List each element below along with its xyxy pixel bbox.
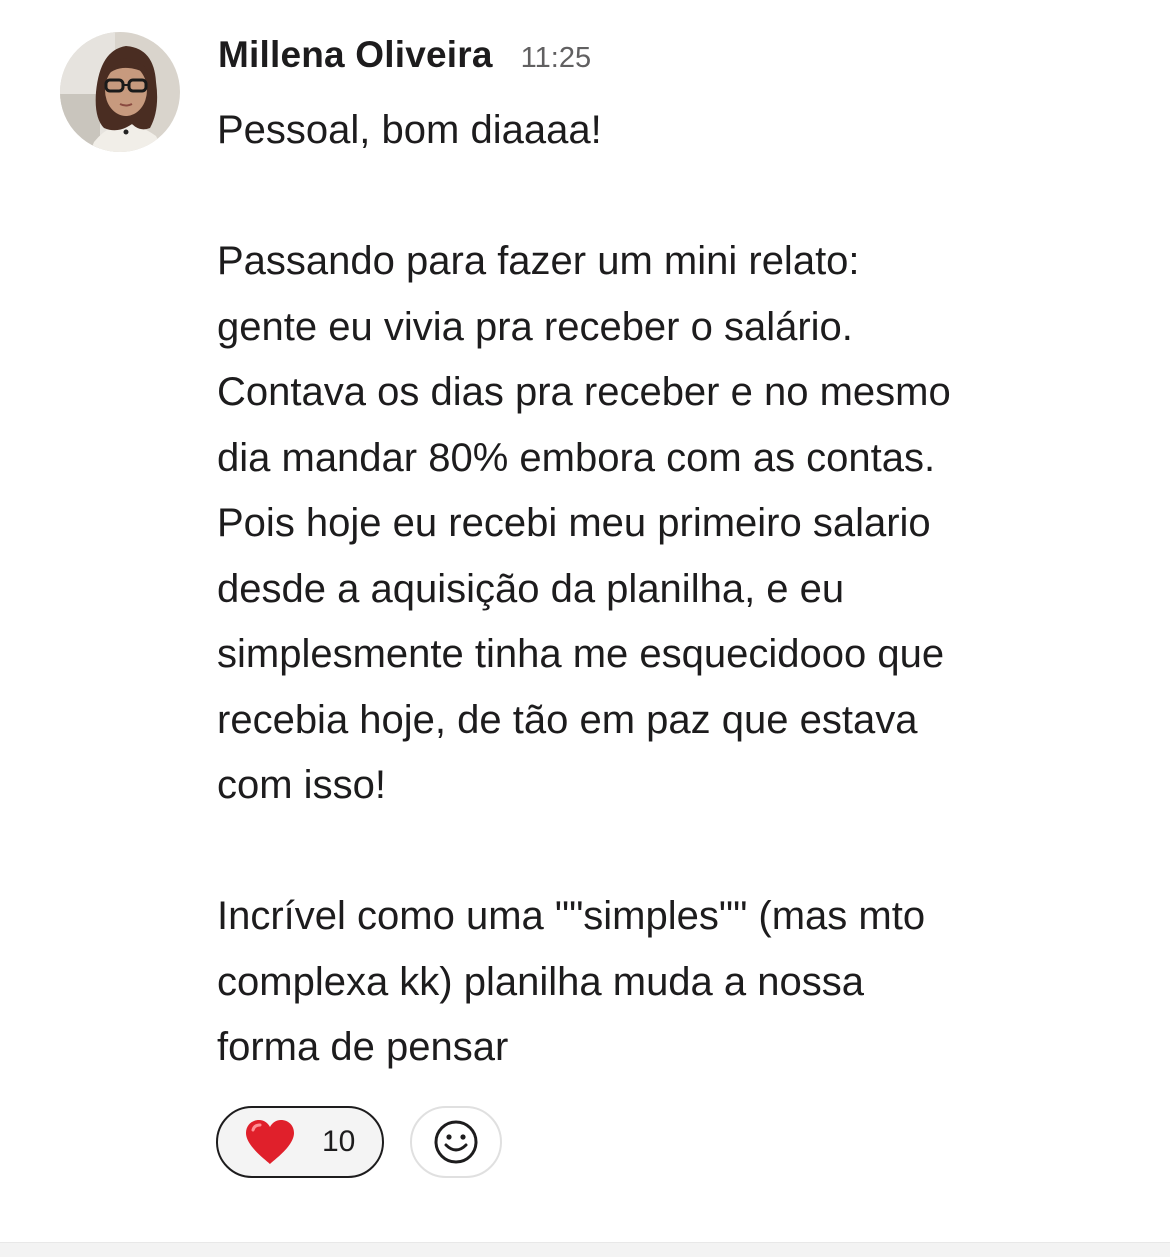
message-line: Contava os dias pra receber e no mesmo	[217, 370, 951, 414]
message-line: Passando para fazer um mini relato:	[217, 239, 860, 283]
smiley-add-reaction-icon	[434, 1120, 478, 1164]
heart-reaction-button[interactable]: 10	[216, 1106, 384, 1178]
message-line: recebia hoje, de tão em paz que estava	[217, 697, 918, 742]
message-line: Pessoal, bom diaaaa!	[217, 108, 602, 152]
message-line: gente eu vivia pra receber o salário.	[217, 304, 853, 349]
reaction-count: 10	[322, 1125, 356, 1158]
message-line	[217, 819, 1137, 885]
message-line: desde a aquisição da planilha, e eu	[217, 566, 845, 611]
author-name[interactable]: Millena Oliveira	[218, 34, 493, 76]
reactions-bar: 10	[216, 1106, 502, 1178]
message-divider	[0, 1242, 1170, 1257]
heart-emoji-icon	[246, 1120, 294, 1164]
message-page: Millena Oliveira 11:25 Pessoal, bom diaa…	[0, 0, 1170, 1257]
message-line: com isso!	[217, 763, 386, 807]
message-line: Pois hoje eu recebi meu primeiro salario	[217, 501, 931, 545]
message-line: simplesmente tinha me esquecidooo que	[217, 632, 945, 676]
message-line: dia mandar 80% embora com as contas.	[217, 435, 936, 480]
message-line: Incrível como uma ""simples"" (mas mto	[217, 894, 926, 938]
message-body: Pessoal, bom diaaaa! Passando para fazer…	[217, 98, 1137, 1081]
avatar[interactable]	[60, 32, 180, 152]
message-header: Millena Oliveira 11:25	[218, 34, 591, 86]
message-line	[217, 164, 1137, 230]
timestamp[interactable]: 11:25	[521, 42, 591, 75]
add-reaction-button[interactable]	[410, 1106, 502, 1178]
message-line: forma de pensar	[217, 1025, 509, 1069]
message-line: complexa kk) planilha muda a nossa	[217, 959, 865, 1004]
